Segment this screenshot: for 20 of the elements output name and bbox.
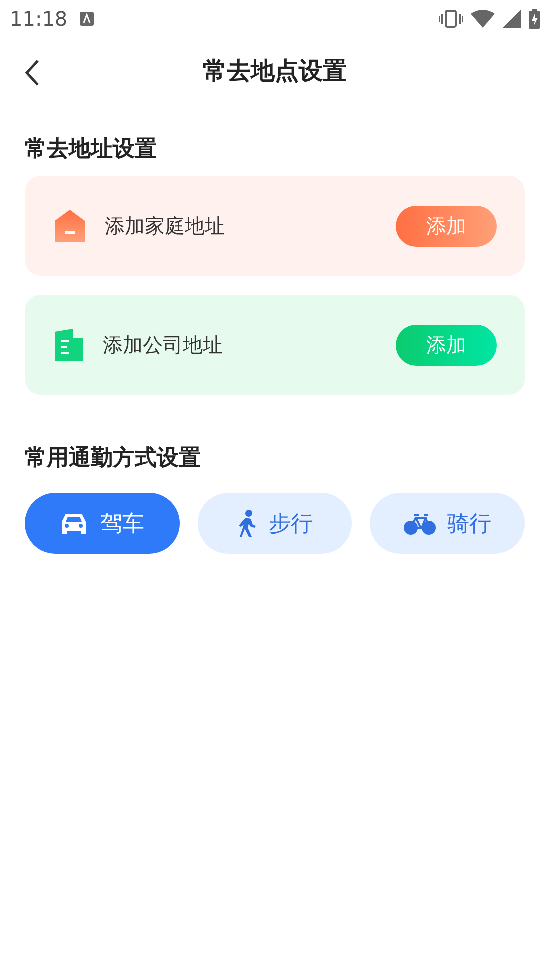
signal-icon (503, 10, 521, 28)
wifi-icon (471, 10, 495, 28)
building-icon (55, 329, 83, 361)
commute-mode-tab[interactable]: 驾车 (25, 493, 180, 554)
vibrate-icon (439, 10, 463, 28)
battery-icon (529, 9, 540, 29)
car-icon (60, 512, 88, 536)
status-time: 11:18 (10, 7, 68, 31)
section-title: 常用通勤方式设置 (24, 444, 202, 473)
address-label: 添加家庭地址 (105, 212, 225, 240)
address-label: 添加公司地址 (103, 332, 223, 358)
walking-person-icon (237, 510, 257, 538)
page-title: 常去地点设置 (203, 56, 347, 87)
add-button[interactable]: 添加 (396, 206, 497, 246)
commute-mode-tab[interactable]: 骑行 (370, 493, 526, 554)
commute-mode-tab[interactable]: 步行 (198, 493, 352, 554)
keyboard-notification-icon (80, 12, 94, 26)
bicycle-icon (404, 512, 436, 534)
section-title: 常去地址设置 (24, 136, 158, 164)
house-icon (55, 210, 85, 242)
